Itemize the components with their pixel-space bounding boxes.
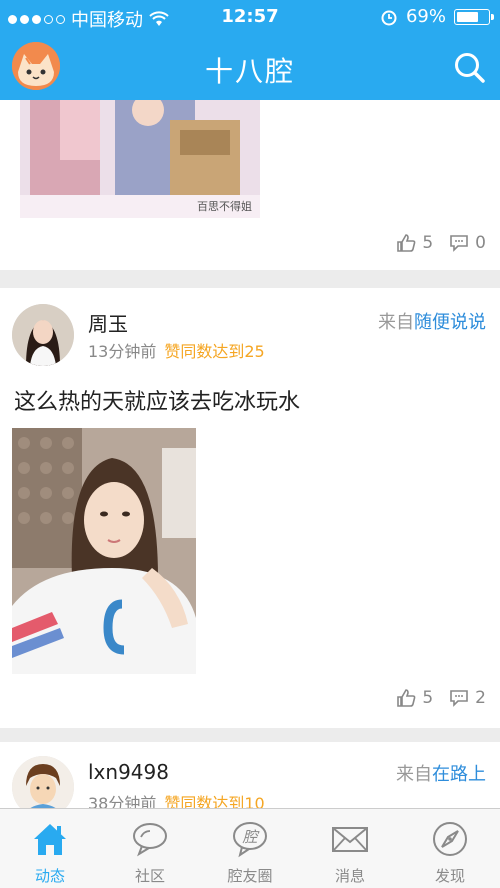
post-image[interactable]: 百思不得姐 [20, 100, 260, 218]
page-title: 十八腔 [204, 55, 295, 88]
envelope-icon [332, 827, 368, 852]
status-bar: 中国移动 12:57 69% [0, 0, 500, 34]
tab-community[interactable]: 社区 [100, 809, 200, 888]
tab-label: 腔友圈 [227, 867, 273, 885]
user-avatar[interactable] [12, 756, 74, 808]
post-meta: 38分钟前 赞同数达到10 [88, 790, 265, 808]
post-source: 来自在路上 [396, 760, 486, 786]
tab-dynamic[interactable]: 动态 [0, 809, 100, 888]
time-ago: 13分钟前 [88, 342, 157, 361]
comment-count: 0 [475, 233, 486, 253]
thumbs-up-icon [397, 689, 416, 707]
source-prefix: 来自 [396, 764, 432, 785]
post-actions: 5 2 [386, 688, 486, 708]
thumbs-up-icon [397, 234, 416, 252]
boy-avatar-illustration [12, 756, 74, 808]
source-prefix: 来自 [378, 312, 414, 333]
comment-button[interactable]: 2 [449, 688, 486, 708]
source-link[interactable]: 在路上 [432, 764, 486, 785]
battery-percent: 69% [405, 6, 446, 27]
status-right: 69% [380, 6, 494, 27]
battery-icon [454, 8, 494, 25]
achievement-badge: 赞同数达到10 [164, 794, 265, 808]
qiang-circle-icon: 腔 [233, 822, 267, 858]
home-icon [34, 824, 66, 855]
source-link[interactable]: 随便说说 [414, 312, 486, 333]
user-avatar[interactable] [12, 304, 74, 366]
post-image[interactable] [12, 428, 196, 674]
search-icon[interactable] [452, 50, 486, 84]
like-count: 5 [422, 233, 434, 253]
tab-label: 消息 [334, 867, 365, 885]
app-header: 十八腔 [0, 34, 500, 100]
username[interactable]: lxn9498 [88, 760, 169, 784]
battery-fill [457, 11, 478, 22]
post-meta: 13分钟前 赞同数达到25 [88, 338, 265, 362]
svg-text:腔: 腔 [242, 828, 260, 846]
post-card[interactable]: 百思不得姐 5 0 [0, 100, 500, 270]
tab-label: 动态 [34, 867, 65, 885]
tab-discover[interactable]: 发现 [400, 809, 500, 888]
girl-avatar-photo [12, 304, 74, 366]
chat-bubble-icon [133, 823, 167, 857]
compass-icon [433, 822, 467, 856]
like-button[interactable]: 5 [396, 233, 433, 253]
tab-friends-circle[interactable]: 腔 腔友圈 [200, 809, 300, 888]
post-actions: 5 0 [386, 233, 486, 253]
tab-messages[interactable]: 消息 [300, 809, 400, 888]
tab-label: 发现 [434, 867, 465, 885]
alarm-icon [381, 10, 397, 25]
post-card[interactable]: 周玉 13分钟前 赞同数达到25 来自随便说说 这么热的天就应该去吃冰玩水 5 … [0, 288, 500, 728]
feed[interactable]: 百思不得姐 5 0 周玉 13分钟前 赞同数达到25 来自随便说说 这么热的天就… [0, 100, 500, 808]
post-text: 这么热的天就应该去吃冰玩水 [14, 390, 301, 415]
image-watermark: 百思不得姐 [197, 200, 252, 213]
post-source: 来自随便说说 [378, 308, 486, 334]
like-button[interactable]: 5 [396, 688, 433, 708]
achievement-badge: 赞同数达到25 [164, 342, 265, 361]
comment-icon [450, 690, 468, 707]
tab-label: 社区 [134, 867, 165, 885]
comment-icon [450, 235, 468, 252]
bottom-tab-bar: 动态 社区 腔 腔友圈 消息 发现 [0, 808, 500, 888]
post-card[interactable]: lxn9498 38分钟前 赞同数达到10 来自在路上 [0, 742, 500, 808]
comment-button[interactable]: 0 [449, 233, 486, 253]
time-ago: 38分钟前 [88, 794, 157, 808]
comment-count: 2 [475, 688, 486, 708]
like-count: 5 [422, 688, 434, 708]
girl-photo [12, 428, 196, 674]
username[interactable]: 周玉 [88, 308, 128, 337]
